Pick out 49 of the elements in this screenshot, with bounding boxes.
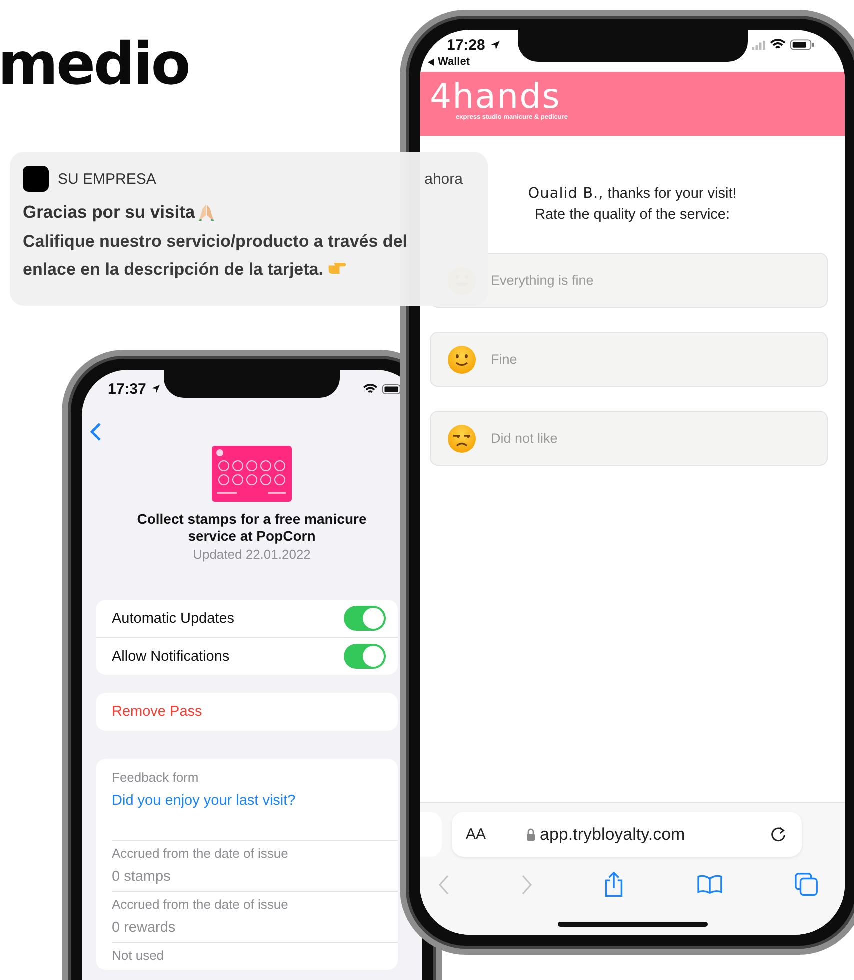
field-value: 0 stamps [112,869,172,885]
toggle-switch[interactable] [344,644,386,669]
back-triangle-icon [428,58,435,66]
back-to-app-button[interactable]: Wallet [420,56,470,68]
brand-logo: 4hands [430,80,561,114]
rating-option[interactable]: Fine [430,332,828,387]
tabs-icon[interactable] [794,872,819,897]
notification-banner[interactable]: SU EMPRESA ahora Gracias por su visita Califique nuestro servicio/producto a través del enlace en la descripción de la tarjeta. [10,152,488,306]
signal-icon [751,40,766,50]
share-icon[interactable] [603,871,625,898]
notification-app-name: SU EMPRESA [58,170,156,188]
lock-icon [526,828,536,841]
toggle-label: Allow Notifications [112,648,231,664]
updated-date: Updated 22.01.2022 [193,547,311,562]
praying-hands-icon [197,203,216,222]
wifi-icon [363,384,378,394]
field-label: Accrued from the date of issue [112,897,290,913]
field-label: Accrued from the date of issue [112,846,290,862]
toggle-label: Automatic Updates [112,610,236,626]
battery-icon [790,39,815,51]
status-time: 17:37 [108,380,146,398]
location-arrow-icon [151,384,162,394]
address-bar[interactable]: AA app.trybloyalty.com [452,812,802,857]
notification-time: ahora [424,170,463,188]
app-icon [23,166,49,192]
pass-title: Collect stamps for a free manicure service at PopCorn [136,511,368,545]
wifi-icon [770,39,786,51]
rating-prompt: Rate the quality of the service: [534,207,730,223]
unamused-face-icon [447,424,477,454]
status-time: 17:28 [447,36,486,54]
notification-body: Califique nuestro servicio/producto a través del enlace en la descripción de la tarjeta. [23,231,408,281]
text-size-button[interactable]: AA [466,826,486,843]
url-text: app.trybloyalty.com [540,824,686,844]
feedback-link[interactable]: Did you enjoy your last visit? [112,793,296,809]
location-arrow-icon [490,40,502,50]
notification-title: Gracias por su visita [23,202,196,223]
page-heading: medio [0,30,190,98]
rating-option[interactable]: Did not like [430,411,828,466]
back-chevron-icon[interactable] [90,422,102,442]
reload-icon[interactable] [769,825,788,844]
smiling-face-icon [447,344,477,374]
field-label: Not used [112,948,166,964]
field-value: 0 rewards [112,920,177,936]
pointing-hand-icon [327,261,348,276]
greeting-text: Oualid B., thanks for your visit! [528,186,737,202]
bookmarks-icon[interactable] [696,874,724,895]
toggle-switch[interactable] [344,606,386,631]
remove-pass-button[interactable]: Remove Pass [96,693,398,731]
field-label: Feedback form [112,770,200,786]
